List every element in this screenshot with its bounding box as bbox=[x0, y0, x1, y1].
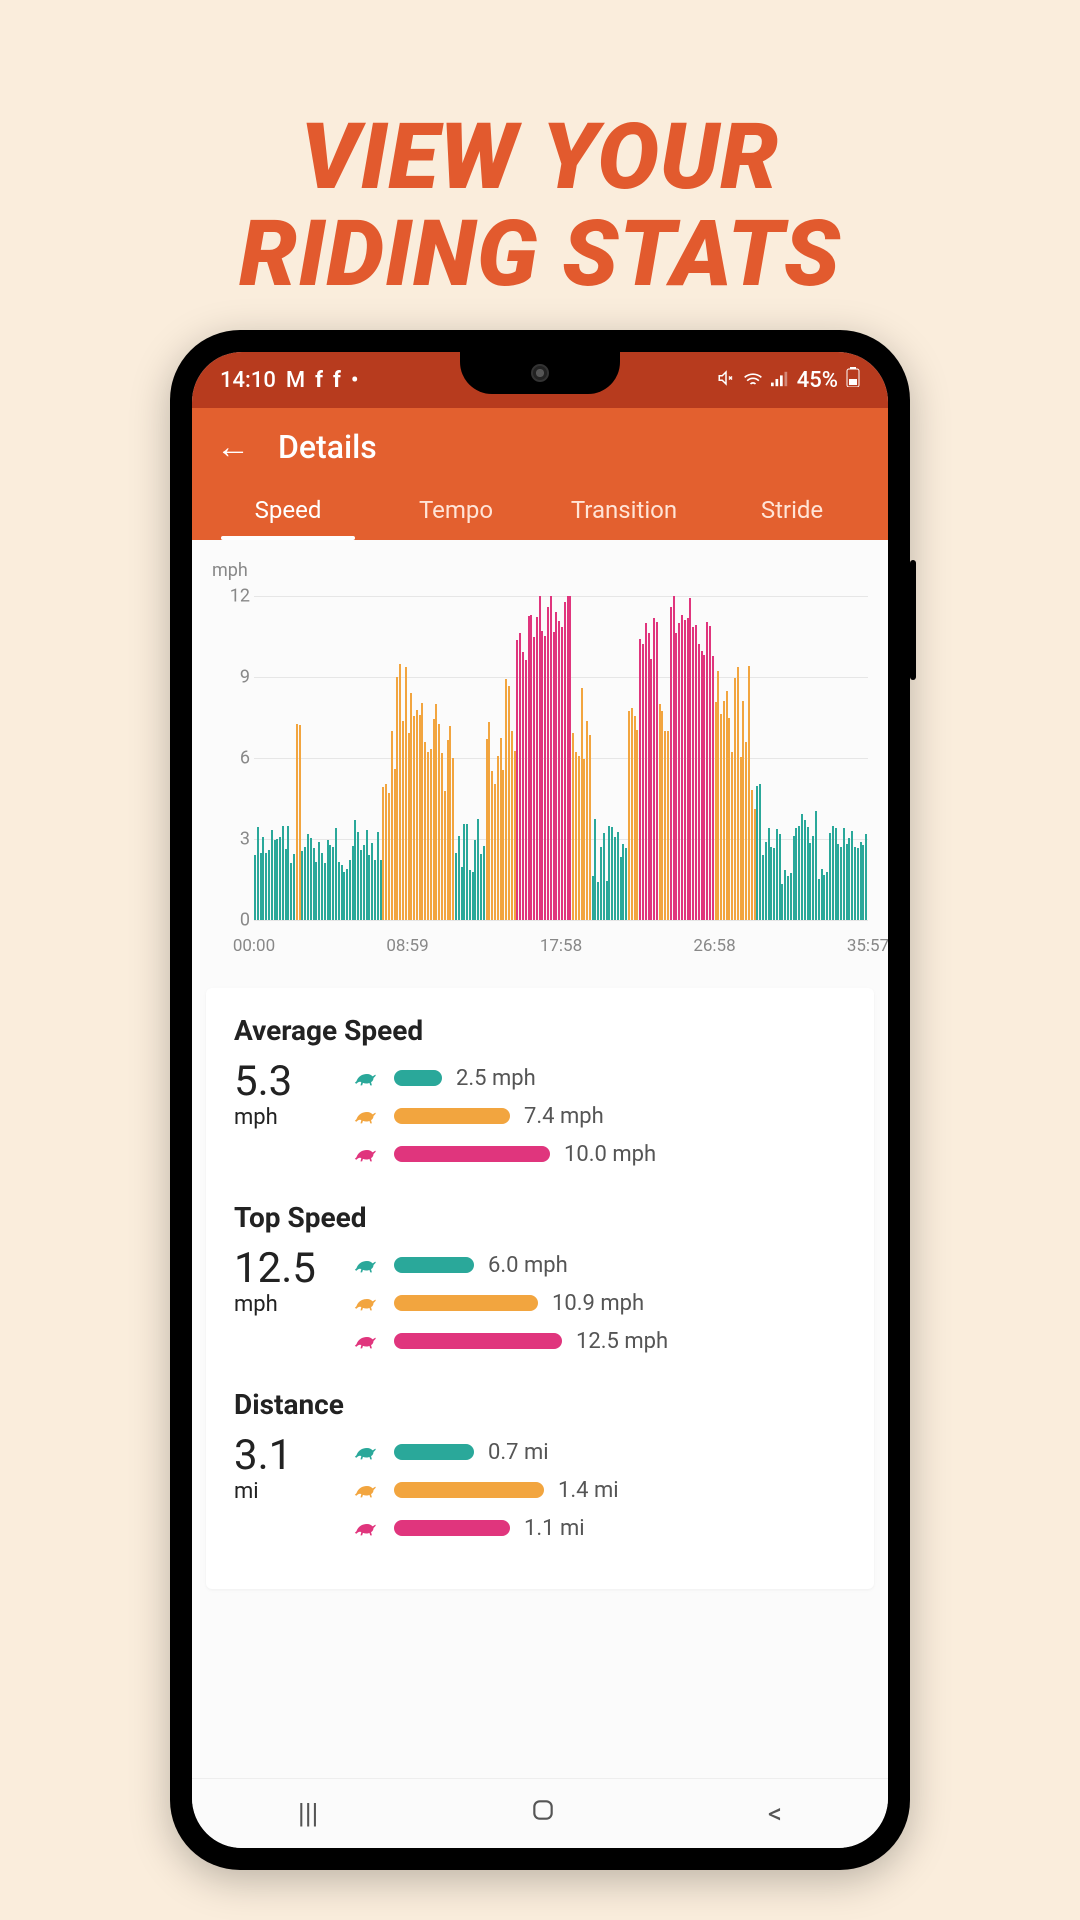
horse-icon bbox=[354, 1332, 380, 1350]
tab-stride[interactable]: Stride bbox=[708, 482, 876, 540]
wifi-icon bbox=[743, 368, 763, 393]
stat-value: 3.1 bbox=[234, 1435, 354, 1477]
chart-ytick: 12 bbox=[214, 586, 250, 607]
stat-bar bbox=[394, 1520, 510, 1536]
chart-ytick: 9 bbox=[214, 667, 250, 688]
chart-ylabel: mph bbox=[212, 560, 248, 581]
stat-bar bbox=[394, 1295, 538, 1311]
stat-average-speed: Average Speed 5.3mph 2.5 mph 7.4 mph 10.0 mp… bbox=[234, 1014, 846, 1167]
tab-speed[interactable]: Speed bbox=[204, 482, 372, 540]
horse-icon bbox=[354, 1256, 380, 1274]
phone-side-button bbox=[910, 560, 916, 680]
recents-icon[interactable]: ||| bbox=[298, 1797, 319, 1830]
chart-xtick: 17:58 bbox=[540, 936, 582, 956]
stat-bar-label: 12.5 mph bbox=[576, 1329, 668, 1354]
horse-icon bbox=[354, 1519, 380, 1537]
chart-ytick: 0 bbox=[214, 910, 250, 931]
mute-icon bbox=[717, 368, 735, 393]
stat-value: 12.5 bbox=[234, 1248, 354, 1290]
stat-bar-label: 1.4 mi bbox=[558, 1478, 619, 1503]
tab-transition[interactable]: Transition bbox=[540, 482, 708, 540]
stat-bar-label: 2.5 mph bbox=[456, 1066, 536, 1091]
stat-bar-row: 6.0 mph bbox=[354, 1252, 846, 1278]
stat-unit: mi bbox=[234, 1479, 354, 1504]
stat-bar-label: 1.1 mi bbox=[524, 1516, 585, 1541]
stat-title: Distance bbox=[234, 1388, 846, 1421]
stat-bar bbox=[394, 1108, 510, 1124]
stat-bar bbox=[394, 1444, 474, 1460]
stat-title: Top Speed bbox=[234, 1201, 846, 1234]
horse-icon bbox=[354, 1069, 380, 1087]
page-title: Details bbox=[278, 428, 377, 466]
stat-bar bbox=[394, 1146, 550, 1162]
stat-unit: mph bbox=[234, 1105, 354, 1130]
stat-value: 5.3 bbox=[234, 1061, 354, 1103]
chart-xtick: 35:57 bbox=[847, 936, 888, 956]
stat-bar-row: 10.0 mph bbox=[354, 1141, 846, 1167]
stat-bar-label: 10.9 mph bbox=[552, 1291, 644, 1316]
stat-bar-row: 0.7 mi bbox=[354, 1439, 846, 1465]
stat-bar-row: 12.5 mph bbox=[354, 1328, 846, 1354]
stat-bar-label: 6.0 mph bbox=[488, 1253, 568, 1278]
stat-bar-row: 2.5 mph bbox=[354, 1065, 846, 1091]
back-arrow-icon[interactable]: ← bbox=[216, 430, 250, 464]
stat-bar-row: 7.4 mph bbox=[354, 1103, 846, 1129]
chart-xtick: 00:00 bbox=[233, 936, 275, 956]
phone-screen: 14:10 M f f • 45% bbox=[192, 352, 888, 1848]
chart-ytick: 3 bbox=[214, 829, 250, 850]
gmail-icon: M bbox=[286, 368, 305, 393]
signal-icon bbox=[771, 368, 789, 393]
chart-xtick: 08:59 bbox=[386, 936, 428, 956]
status-battery: 45% bbox=[797, 368, 838, 393]
stat-bar bbox=[394, 1482, 544, 1498]
horse-icon bbox=[354, 1481, 380, 1499]
battery-icon bbox=[846, 367, 860, 393]
stat-unit: mph bbox=[234, 1292, 354, 1317]
horse-icon bbox=[354, 1294, 380, 1312]
stat-bar-label: 0.7 mi bbox=[488, 1440, 549, 1465]
stat-bar-label: 7.4 mph bbox=[524, 1104, 604, 1129]
chart-canvas: 03691200:0008:5917:5826:5835:57 bbox=[254, 596, 868, 920]
speed-chart: mph 03691200:0008:5917:5826:5835:57 bbox=[192, 540, 888, 970]
stat-bar bbox=[394, 1070, 442, 1086]
status-time: 14:10 bbox=[220, 368, 276, 393]
tab-tempo[interactable]: Tempo bbox=[372, 482, 540, 540]
hero-line-2: RIDING STATS bbox=[0, 207, 1080, 304]
hero-line-1: VIEW YOUR bbox=[0, 110, 1080, 207]
stat-bar-label: 10.0 mph bbox=[564, 1142, 656, 1167]
tabs: SpeedTempoTransitionStride bbox=[192, 482, 888, 540]
stat-title: Average Speed bbox=[234, 1014, 846, 1047]
android-nav-bar: ||| < bbox=[192, 1778, 888, 1848]
stats-card: Average Speed5.3mph2.5 mph7.4 mph10.0 mp… bbox=[206, 988, 874, 1589]
facebook-icon: f bbox=[315, 368, 323, 393]
stat-top-speed: Top Speed 12.5mph 6.0 mph 10.9 mph 12.5 mph bbox=[234, 1201, 846, 1354]
home-icon[interactable] bbox=[530, 1797, 556, 1830]
content-area[interactable]: mph 03691200:0008:5917:5826:5835:57 Aver… bbox=[192, 540, 888, 1778]
more-notifications-icon: • bbox=[351, 368, 359, 393]
stat-distance: Distance 3.1mi 0.7 mi 1.4 mi 1.1 mi bbox=[234, 1388, 846, 1541]
phone-notch bbox=[460, 352, 620, 394]
chart-xtick: 26:58 bbox=[693, 936, 735, 956]
chart-ytick: 6 bbox=[214, 748, 250, 769]
hero-title: VIEW YOUR RIDING STATS bbox=[0, 0, 1080, 303]
phone-frame: 14:10 M f f • 45% bbox=[170, 330, 910, 1870]
back-icon[interactable]: < bbox=[768, 1797, 782, 1830]
stat-bar bbox=[394, 1257, 474, 1273]
horse-icon bbox=[354, 1443, 380, 1461]
facebook-icon: f bbox=[333, 368, 341, 393]
stat-bar bbox=[394, 1333, 562, 1349]
horse-icon bbox=[354, 1145, 380, 1163]
horse-icon bbox=[354, 1107, 380, 1125]
stat-bar-row: 1.4 mi bbox=[354, 1477, 846, 1503]
stat-bar-row: 1.1 mi bbox=[354, 1515, 846, 1541]
app-header: ← Details SpeedTempoTransitionStride bbox=[192, 408, 888, 540]
stat-bar-row: 10.9 mph bbox=[354, 1290, 846, 1316]
